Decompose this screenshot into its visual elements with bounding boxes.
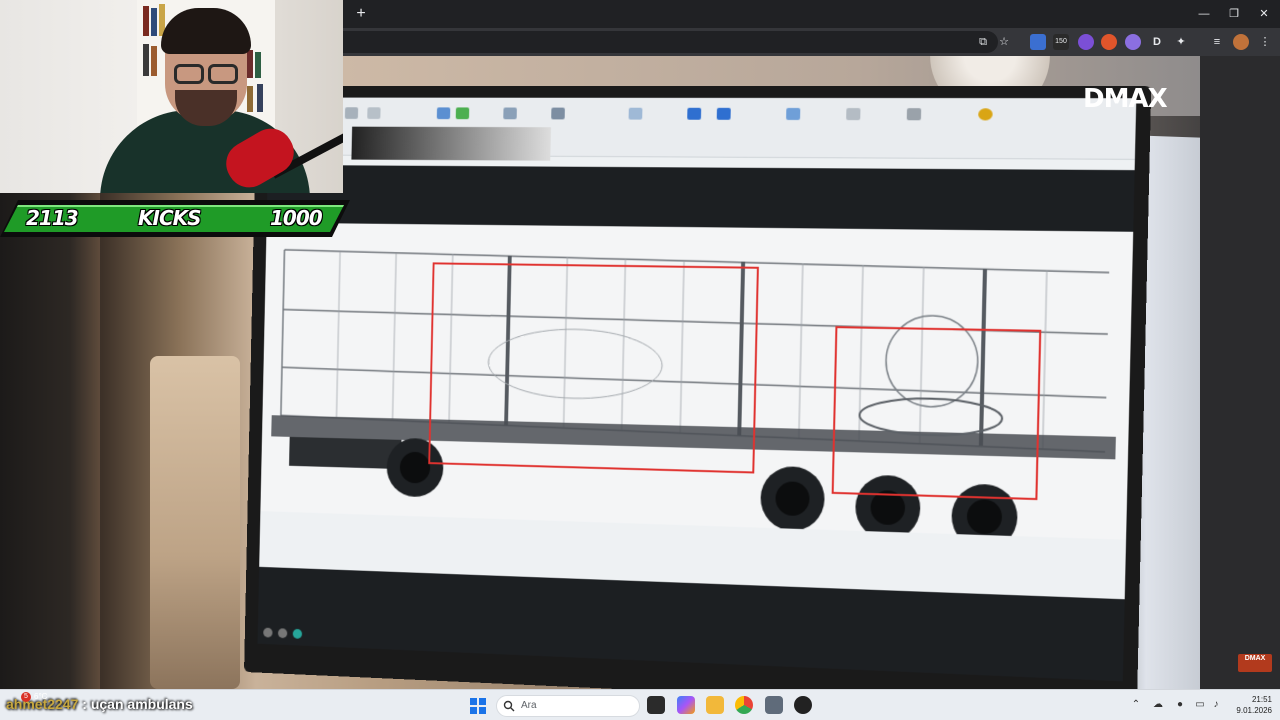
install-app-icon[interactable]: ⧉: [975, 34, 991, 50]
chat-text: uçan ambulans: [90, 696, 193, 712]
annotate-tool-icon: [344, 107, 359, 119]
palette-tool-icon: [436, 107, 451, 120]
truck-xray-drawing: [271, 223, 1116, 551]
intensity-gradient: [351, 126, 551, 161]
background-chair: [150, 356, 240, 689]
bookmark-star-icon[interactable]: ☆: [996, 34, 1012, 50]
link-extension-icon[interactable]: [1125, 34, 1141, 50]
weather-widget[interactable]: 6°C: [34, 692, 47, 701]
background-blur: [0, 192, 100, 689]
banner-left-count: 2113: [26, 206, 79, 230]
extensions-puzzle-icon[interactable]: ✦: [1173, 34, 1189, 50]
chrome-icon[interactable]: [735, 696, 753, 714]
rotate-tool-icon: [367, 107, 381, 119]
fox-extension-icon[interactable]: [1101, 34, 1117, 50]
search-icon: [503, 700, 515, 712]
search-placeholder: Ara: [521, 700, 537, 711]
system-clock[interactable]: 21:51 9.01.2026: [1228, 694, 1272, 716]
address-bar[interactable]: ⧉ ☆: [343, 31, 1009, 53]
window-tool-icon: [906, 108, 922, 121]
webcam-feed: [0, 0, 343, 193]
microphone-tray-icon[interactable]: ●: [1174, 699, 1186, 711]
color-tool-icon: [455, 107, 470, 120]
counter-extension-icon[interactable]: 150: [1053, 34, 1069, 50]
background-edge: [1200, 56, 1280, 689]
radiation-icon: [978, 108, 993, 121]
profile-avatar-icon[interactable]: [1233, 34, 1249, 50]
restore-button[interactable]: ❐: [1220, 4, 1248, 24]
banner-center-label: KICKS: [138, 206, 202, 230]
streamer-glasses: [170, 64, 242, 86]
chat-separator: :: [82, 696, 87, 712]
screen-root: DMAX DMAX + — ❐ ✕ ⧉ ☆ 150 D ✦ ≡ ⋮ 2113 K…: [0, 0, 1280, 720]
notification-badge: 5: [21, 692, 31, 702]
new-tab-button[interactable]: +: [351, 4, 371, 24]
snipping-tool-icon[interactable]: [765, 696, 783, 714]
browser-toolbar: ⧉ ☆ 150 D ✦ ≡ ⋮: [343, 28, 1280, 56]
shield-extension-icon[interactable]: [1078, 34, 1094, 50]
clock-date: 9.01.2026: [1236, 706, 1272, 715]
close-button[interactable]: ✕: [1250, 4, 1278, 24]
xray-app-toolbar: [268, 97, 1137, 161]
taskbar-search[interactable]: Ara: [496, 695, 640, 717]
network-icon[interactable]: ▭: [1194, 699, 1206, 711]
xray-scan-image: [260, 222, 1134, 551]
pen-tool-icon: [503, 107, 517, 120]
task-view-icon[interactable]: [647, 696, 665, 714]
scan-band-top: [266, 164, 1135, 232]
translate-extension-icon[interactable]: [1030, 34, 1046, 50]
curve-tool-icon: [551, 107, 565, 120]
grid-tool-icon: [786, 107, 801, 120]
start-button[interactable]: [470, 698, 486, 714]
banner-right-count: 1000: [270, 206, 323, 230]
volume-icon[interactable]: ♪: [1210, 699, 1222, 711]
app-mini-taskbar: [263, 625, 319, 641]
copilot-icon[interactable]: [677, 696, 695, 714]
xray-monitor: [244, 85, 1152, 689]
edge-tool-icon: [687, 107, 702, 120]
browser-tab-bar: + — ❐ ✕: [343, 0, 1280, 28]
reading-list-icon[interactable]: ≡: [1209, 34, 1225, 50]
contrast-tool-icon: [716, 107, 731, 120]
minimize-button[interactable]: —: [1190, 4, 1218, 24]
obs-icon[interactable]: [794, 696, 812, 714]
corner-logo: DMAX: [1238, 654, 1272, 672]
xray-app-screen: [257, 97, 1137, 682]
channel-logo: DMAX: [1083, 84, 1168, 114]
onedrive-icon[interactable]: ☁: [1152, 699, 1164, 711]
detection-box-2: [833, 327, 1041, 499]
scan-band-bottom: [257, 566, 1125, 682]
tray-overflow-icon[interactable]: ⌃: [1130, 699, 1142, 711]
d-extension-icon[interactable]: D: [1149, 34, 1165, 50]
clock-time: 21:51: [1251, 695, 1272, 704]
shape-tool-icon: [846, 108, 861, 121]
filter-tool-icon: [628, 107, 643, 120]
browser-menu-icon[interactable]: ⋮: [1257, 34, 1273, 50]
file-explorer-icon[interactable]: [706, 696, 724, 714]
